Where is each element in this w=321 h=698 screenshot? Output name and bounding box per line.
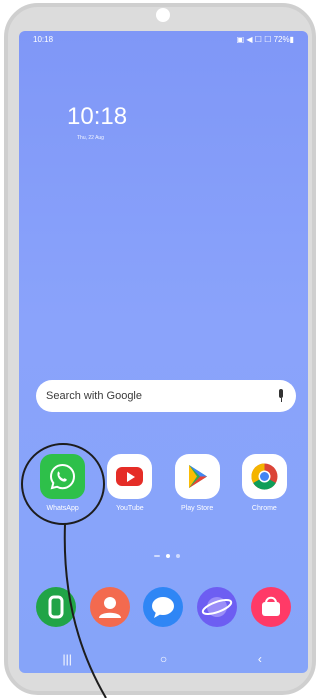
chrome-glyph (251, 463, 278, 490)
app-chrome[interactable]: Chrome (234, 454, 294, 524)
galaxy-store-app-icon[interactable] (251, 587, 292, 627)
status-indicators: ▣ ◀ ☐ ☐ 72%▮ (236, 35, 294, 44)
back-button[interactable]: ‹ (245, 652, 275, 666)
internet-glyph (202, 597, 233, 617)
contacts-app-icon[interactable] (89, 587, 130, 627)
recents-button[interactable]: ||| (52, 652, 82, 666)
app-row: WhatsApp YouTube Play Store Chrome (19, 454, 308, 524)
app-youtube[interactable]: YouTube (100, 454, 160, 524)
status-bar: 10:18 ▣ ◀ ☐ ☐ 72%▮ (19, 35, 308, 49)
clock-widget: 10:18 (67, 103, 128, 130)
microphone-icon[interactable] (276, 389, 286, 403)
phone-glyph (48, 595, 64, 619)
navigation-bar: ||| ○ ‹ (19, 646, 308, 671)
contacts-glyph (98, 597, 121, 618)
date-widget: Thu, 22 Aug (77, 135, 104, 141)
phone-app-icon[interactable] (35, 587, 76, 627)
whatsapp-glyph (50, 463, 76, 490)
page-indicator-dot (176, 554, 180, 558)
app-label-play-store: Play Store (180, 505, 214, 512)
status-time: 10:18 (33, 35, 54, 44)
chrome-icon (241, 454, 287, 499)
play-store-icon (174, 454, 220, 499)
page-indicator-home (154, 555, 160, 557)
app-label-youtube: YouTube (116, 505, 144, 512)
dock (19, 587, 308, 627)
app-label-chrome: Chrome (251, 505, 277, 512)
search-bar-label: Search with Google (46, 390, 142, 402)
page-indicator-dot-active (166, 554, 170, 558)
app-play-store[interactable]: Play Store (167, 454, 227, 524)
camera-notch (156, 8, 170, 22)
whatsapp-icon (40, 454, 86, 499)
internet-app-icon[interactable] (197, 587, 238, 627)
messages-glyph (152, 597, 175, 618)
play-store-glyph (188, 465, 207, 488)
app-whatsapp[interactable]: WhatsApp (33, 454, 93, 524)
galaxy-store-glyph (262, 596, 281, 616)
app-label-whatsapp: WhatsApp (46, 505, 79, 512)
youtube-logo (116, 467, 144, 486)
home-screen: 10:18 ▣ ◀ ☐ ☐ 72%▮ 10:18 Thu, 22 Aug Sea… (19, 31, 308, 673)
google-search-bar[interactable]: Search with Google (36, 380, 296, 412)
messages-app-icon[interactable] (143, 587, 184, 627)
youtube-icon (107, 454, 153, 499)
home-button[interactable]: ○ (148, 652, 178, 666)
page-indicator (147, 554, 187, 558)
